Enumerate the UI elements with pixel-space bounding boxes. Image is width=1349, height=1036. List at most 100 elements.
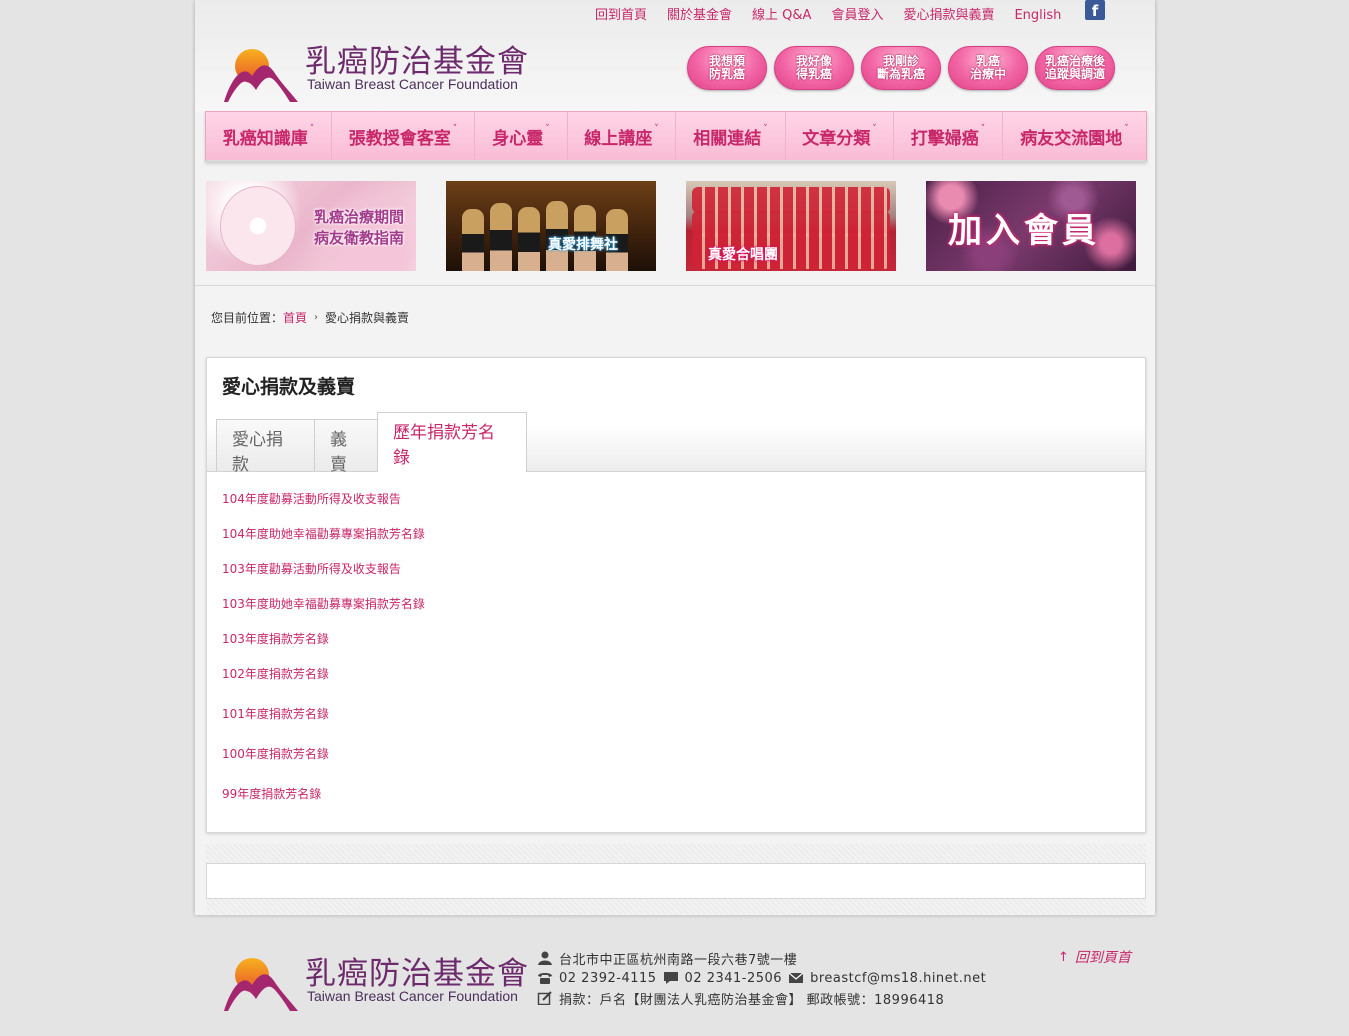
btn-just-diagnosed[interactable]: 我剛診 斷為乳癌 (861, 46, 941, 90)
page-title: 愛心捐款及義賣 (222, 376, 356, 398)
top-link-donation[interactable]: 愛心捐款與義賣 (903, 8, 994, 24)
chevron-down-icon: ˅ (980, 124, 986, 134)
document-link[interactable]: 104年度勸募活動所得及收支報告 (222, 492, 401, 506)
top-link-qa[interactable]: 線上 Q&A (752, 8, 811, 24)
chevron-down-icon: ˅ (309, 124, 315, 134)
content-panel: 愛心捐款及義賣 愛心捐款 義賣 歷年捐款芳名錄 104年度勸募活動所得及收支報告… (206, 357, 1146, 833)
footer-fax: 02 2341-2506 (684, 970, 783, 986)
banner-line-dance-club[interactable]: 真愛排舞社 (446, 181, 656, 271)
nav-label: 身心靈 (492, 128, 544, 149)
empty-panel (206, 863, 1146, 899)
list-item: 103年度助她幸福勸募專案捐款芳名錄 (222, 595, 425, 612)
nav-item-patient-forum[interactable]: 病友交流園地 ˅ (1003, 112, 1146, 160)
document-link[interactable]: 104年度助她幸福勸募專案捐款芳名錄 (222, 527, 425, 541)
list-item: 103年度勸募活動所得及收支報告 (222, 560, 401, 577)
footer-address: 台北市中正區杭州南路一段六巷7號一樓 (559, 952, 798, 968)
dancer-figure (490, 203, 512, 271)
contact-info: 台北市中正區杭州南路一段六巷7號一樓 02 2392-4115 02 2341-… (537, 948, 986, 1008)
chevron-down-icon: ˅ (545, 124, 550, 134)
nav-label: 病友交流園地 (1020, 128, 1123, 149)
document-link[interactable]: 103年度勸募活動所得及收支報告 (222, 562, 401, 576)
logo-chinese-name: 乳癌防治基金會 (305, 44, 529, 80)
quick-entry-buttons: 我想預 防乳癌 我好像 得乳癌 我剛診 斷為乳癌 乳癌 治療中 乳癌治療後 追蹤… (687, 46, 1115, 90)
back-to-top-link[interactable]: ↑ 回到頁首 (1058, 947, 1131, 967)
list-item: 103年度捐款芳名錄 (222, 630, 329, 647)
btn-in-treatment[interactable]: 乳癌 治療中 (948, 46, 1028, 90)
chevron-down-icon: ˅ (654, 124, 659, 134)
document-link[interactable]: 100年度捐款芳名錄 (222, 747, 329, 761)
footer-donation: 捐款：戶名【財團法人乳癌防治基金會】 郵政帳號：18996418 (559, 992, 945, 1008)
list-item: 101年度捐款芳名錄 (222, 705, 329, 722)
banner-text: 真愛排舞社 (548, 237, 618, 253)
logo-mark-icon (224, 958, 298, 1011)
list-item: 102年度捐款芳名錄 (222, 665, 329, 682)
list-item: 99年度捐款芳名錄 (222, 785, 321, 802)
footer: 乳癌防治基金會 Taiwan Breast Cancer Foundation … (195, 915, 1155, 1036)
logo-mark-icon (224, 49, 298, 102)
dancer-figure (518, 207, 540, 271)
document-link[interactable]: 103年度助她幸福勸募專案捐款芳名錄 (222, 597, 425, 611)
document-link[interactable]: 103年度捐款芳名錄 (222, 632, 329, 646)
site-logo[interactable]: 乳癌防治基金會 Taiwan Breast Cancer Foundation (222, 36, 532, 106)
guide-booklet-image (220, 186, 296, 266)
logo-chinese-name: 乳癌防治基金會 (305, 956, 529, 992)
nav-item-online-lectures[interactable]: 線上講座 ˅ (568, 112, 676, 160)
nav-item-categories[interactable]: 文章分類 ˅ (786, 112, 894, 160)
chevron-right-icon: › (314, 312, 319, 323)
nav-label: 相關連結 (693, 128, 762, 149)
logo-english-name: Taiwan Breast Cancer Foundation (307, 988, 518, 1004)
nav-item-knowledge[interactable]: 乳癌知識庫 ˅ (206, 112, 332, 160)
list-item: 104年度助她幸福勸募專案捐款芳名錄 (222, 525, 425, 542)
nav-label: 線上講座 (584, 128, 653, 149)
banner-choir[interactable]: 真愛合唱團 (686, 181, 896, 271)
nav-label: 張教授會客室 (348, 128, 451, 149)
mail-icon (788, 971, 804, 985)
nav-item-mind-body[interactable]: 身心靈 ˅ (475, 112, 568, 160)
banner-row: 乳癌治療期間 病友衛教指南 真愛排舞社 真愛合唱團 加入會員 (206, 181, 1136, 271)
person-icon (537, 951, 553, 965)
banner-treatment-guide[interactable]: 乳癌治療期間 病友衛教指南 (206, 181, 416, 271)
tab-donation[interactable]: 愛心捐款 (216, 419, 315, 475)
nav-item-professor[interactable]: 張教授會客室 ˅ (332, 112, 475, 160)
top-link-english[interactable]: English (1014, 8, 1061, 24)
edit-icon (537, 991, 553, 1006)
top-link-home[interactable]: 回到首頁 (595, 8, 647, 24)
list-item: 100年度捐款芳名錄 (222, 745, 329, 762)
footer-phone: 02 2392-4115 (559, 970, 657, 986)
banner-text: 加入會員 (948, 211, 1100, 251)
top-link-login[interactable]: 會員登入 (831, 8, 883, 24)
footer-logo[interactable]: 乳癌防治基金會 Taiwan Breast Cancer Foundation (222, 945, 532, 1015)
tab-donor-list[interactable]: 歷年捐款芳名錄 (377, 412, 527, 472)
arrow-up-icon: ↑ (1058, 949, 1069, 965)
document-link[interactable]: 101年度捐款芳名錄 (222, 707, 329, 721)
dancer-figure (462, 209, 484, 271)
document-link[interactable]: 102年度捐款芳名錄 (222, 667, 329, 681)
top-link-about[interactable]: 關於基金會 (667, 8, 732, 24)
btn-after-treatment[interactable]: 乳癌治療後 追蹤與調適 (1035, 46, 1115, 90)
document-link[interactable]: 99年度捐款芳名錄 (222, 787, 321, 801)
footer-email[interactable]: breastcf@ms18.hinet.net (810, 971, 986, 986)
chevron-down-icon: ˅ (872, 124, 877, 134)
banner-join-member[interactable]: 加入會員 (926, 181, 1136, 271)
divider (195, 285, 1155, 286)
chevron-down-icon: ˅ (452, 124, 458, 134)
chevron-down-icon: ˅ (763, 124, 768, 134)
choir-row (692, 187, 890, 213)
nav-item-links[interactable]: 相關連結 ˅ (676, 112, 786, 160)
nav-label: 文章分類 (802, 128, 871, 149)
btn-prevent-breast-cancer[interactable]: 我想預 防乳癌 (687, 46, 767, 90)
nav-label: 打擊婦癌 (910, 128, 979, 149)
facebook-icon[interactable]: f (1085, 0, 1105, 20)
main-nav: 乳癌知識庫 ˅ 張教授會客室 ˅ 身心靈 ˅ 線上講座 ˅ 相關連結 ˅ 文章分類 ˅ 打擊… (205, 111, 1147, 162)
breadcrumb-home-link[interactable]: 首頁 (283, 309, 307, 326)
breadcrumb-prefix: 您目前位置： (211, 311, 284, 325)
tab-charity-sale[interactable]: 義賣 (314, 419, 378, 475)
btn-maybe-breast-cancer[interactable]: 我好像 得乳癌 (774, 46, 854, 90)
nav-item-gynecologic-cancer[interactable]: 打擊婦癌 ˅ (894, 112, 1003, 160)
fax-icon (663, 971, 679, 985)
banner-text: 真愛合唱團 (708, 247, 778, 263)
nav-label: 乳癌知識庫 (222, 128, 308, 149)
tab-bar: 愛心捐款 義賣 歷年捐款芳名錄 (216, 412, 527, 475)
logo-english-name: Taiwan Breast Cancer Foundation (307, 76, 518, 92)
breadcrumb: 您目前位置： 首頁 › 愛心捐款與義賣 (211, 309, 409, 326)
